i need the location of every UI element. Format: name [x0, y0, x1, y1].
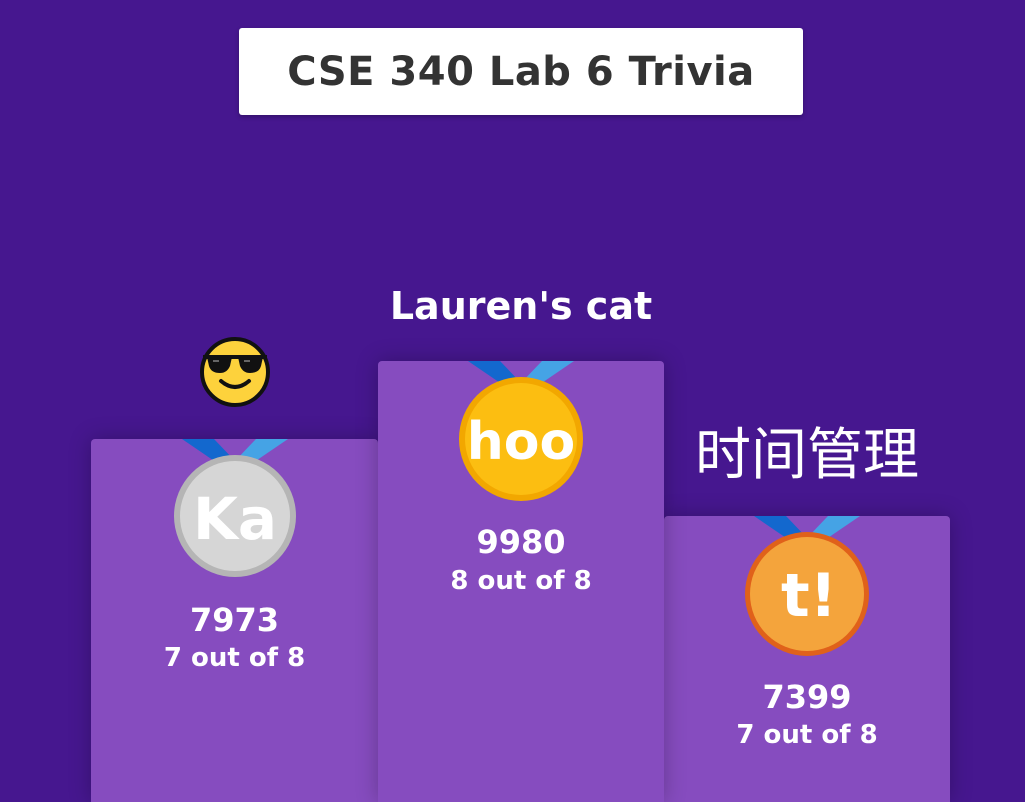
- first-place-podium: hoo 9980 8 out of 8: [378, 361, 664, 802]
- third-place-correct-count: 7 out of 8: [736, 720, 878, 750]
- first-place-correct-count: 8 out of 8: [450, 566, 592, 596]
- first-place-name: Lauren's cat: [389, 284, 653, 328]
- quiz-title: CSE 340 Lab 6 Trivia: [287, 48, 755, 95]
- third-place-name: 时间管理: [695, 423, 919, 488]
- bronze-medal-icon: t!: [745, 516, 869, 656]
- quiz-title-card: CSE 340 Lab 6 Trivia: [239, 28, 803, 115]
- second-place-avatar: [91, 332, 378, 412]
- gold-medal-icon: hoo: [459, 361, 583, 501]
- second-place-correct-count: 7 out of 8: [163, 643, 306, 673]
- third-medal-label: t!: [781, 561, 837, 631]
- final-podium-screen: CSE 340 Lab 6 Trivia Lauren's cat 时间管理 K…: [0, 0, 1025, 802]
- third-place-podium: t! 7399 7 out of 8: [664, 516, 950, 802]
- first-medal-label: hoo: [467, 412, 575, 472]
- sunglasses-smiley-icon: [199, 337, 270, 407]
- second-place-score: 7973: [189, 601, 280, 639]
- second-place-podium: Ka 7973 7 out of 8: [91, 439, 378, 802]
- third-place-score: 7399: [762, 678, 852, 716]
- first-place-score: 9980: [476, 523, 566, 561]
- silver-medal-icon: Ka: [173, 439, 296, 577]
- second-medal-label: Ka: [192, 485, 276, 553]
